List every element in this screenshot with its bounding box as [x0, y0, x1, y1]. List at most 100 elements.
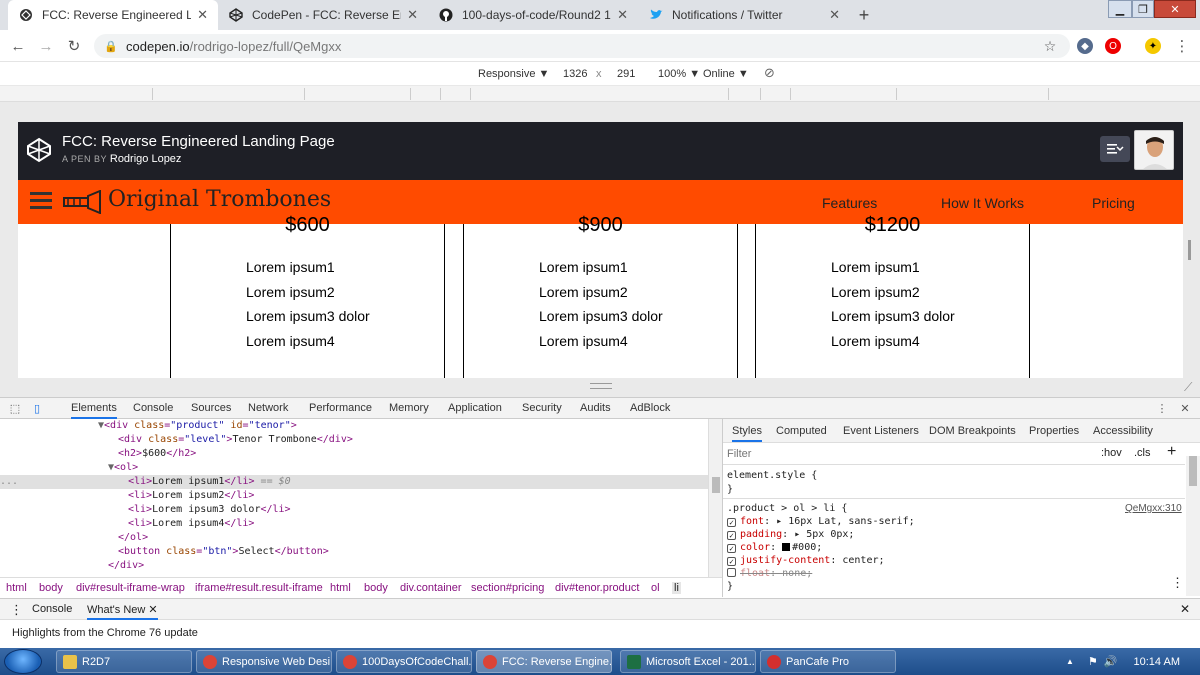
checkbox[interactable]: ✓: [727, 544, 736, 553]
checkbox[interactable]: [727, 568, 736, 577]
author-avatar[interactable]: [1134, 130, 1174, 170]
checkbox[interactable]: ✓: [727, 531, 736, 540]
pen-author[interactable]: Rodrigo Lopez: [110, 153, 182, 165]
tab-github[interactable]: 100-days-of-code/Round2 100D ✕: [428, 0, 638, 30]
browser-menu-icon[interactable]: ⋮: [1172, 36, 1192, 56]
tab-performance[interactable]: Performance: [309, 402, 372, 414]
nav-link-how-it-works[interactable]: How It Works: [941, 195, 1024, 211]
close-icon[interactable]: ✕: [407, 7, 418, 23]
tab-elements[interactable]: Elements: [71, 402, 117, 419]
tab-twitter[interactable]: Notifications / Twitter ✕: [638, 0, 850, 30]
breadcrumb-item[interactable]: html: [6, 582, 27, 594]
tab-dom-breakpoints[interactable]: DOM Breakpoints: [929, 425, 1016, 437]
code-line[interactable]: <li>Lorem ipsum4</li>: [0, 517, 708, 531]
close-icon[interactable]: ✕: [148, 604, 157, 616]
ninja-extension-icon[interactable]: ✦: [1145, 38, 1161, 54]
tab-properties[interactable]: Properties: [1029, 425, 1079, 437]
code-line[interactable]: <h2>$600</h2>: [0, 447, 708, 461]
taskbar-item-responsive-web[interactable]: Responsive Web Desi...: [196, 650, 332, 673]
code-line[interactable]: </ol>: [0, 531, 708, 545]
code-line[interactable]: <li>Lorem ipsum3 dolor</li>: [0, 503, 708, 517]
breadcrumb-item[interactable]: div#result-iframe-wrap: [76, 582, 185, 594]
devtools-close-icon[interactable]: ✕: [1178, 401, 1192, 415]
tab-computed[interactable]: Computed: [776, 425, 827, 437]
tab-security[interactable]: Security: [522, 402, 562, 414]
tab-fcc-landing[interactable]: FCC: Reverse Engineered Landing ✕: [8, 0, 218, 30]
nav-link-features[interactable]: Features: [822, 195, 877, 211]
tab-codepen[interactable]: CodePen - FCC: Reverse Engineer ✕: [218, 0, 428, 30]
close-icon[interactable]: ✕: [829, 7, 840, 23]
forward-arrow-icon[interactable]: →: [36, 36, 56, 56]
taskbar-item-pancafe[interactable]: PanCafe Pro: [760, 650, 896, 673]
breadcrumb-item[interactable]: ol: [651, 582, 660, 594]
bookmark-star-icon[interactable]: ☆: [1040, 36, 1060, 56]
device-mode-select[interactable]: Responsive ▼: [478, 68, 549, 80]
taskbar-item-100days[interactable]: 100DaysOfCodeChall...: [336, 650, 472, 673]
color-swatch[interactable]: [782, 543, 791, 551]
checkbox[interactable]: ✓: [727, 518, 736, 527]
drawer-tab-whats-new[interactable]: What's New ✕: [87, 603, 158, 620]
tab-network[interactable]: Network: [248, 402, 288, 414]
rule-menu-icon[interactable]: ⋮: [1171, 577, 1184, 590]
css-declaration[interactable]: ✓ font: ▸ 16px Lat, sans-serif;: [727, 515, 915, 528]
breadcrumb-item[interactable]: html: [330, 582, 351, 594]
tab-audits[interactable]: Audits: [580, 402, 611, 414]
checkbox[interactable]: ✓: [727, 557, 736, 566]
flag-icon[interactable]: ⚑: [1088, 655, 1098, 668]
close-icon[interactable]: ✕: [617, 7, 628, 23]
elements-scrollbar[interactable]: [708, 419, 722, 577]
back-arrow-icon[interactable]: ←: [8, 36, 28, 56]
viewport-height-input[interactable]: 291: [617, 68, 635, 80]
zoom-select[interactable]: 100% ▼: [658, 68, 700, 80]
rule-source-link[interactable]: QeMgxx:310: [1125, 502, 1182, 515]
code-line[interactable]: <li>Lorem ipsum2</li>: [0, 489, 708, 503]
taskbar-item-fcc[interactable]: FCC: Reverse Engine...: [476, 650, 612, 673]
inspect-element-icon[interactable]: ⬚: [8, 401, 22, 415]
site-brand[interactable]: Original Trombones: [108, 187, 331, 212]
network-throttle-select[interactable]: Online ▼: [703, 68, 749, 80]
code-line[interactable]: <div class="level">Tenor Trombone</div>: [0, 433, 708, 447]
tab-accessibility[interactable]: Accessibility: [1093, 425, 1153, 437]
code-line-selected[interactable]: ... <li>Lorem ipsum1</li> == $0: [0, 475, 708, 489]
viewport-resize-handle[interactable]: [1188, 240, 1191, 260]
css-declaration-disabled[interactable]: float: none;: [727, 567, 812, 580]
code-line[interactable]: </div>: [0, 559, 708, 573]
tab-event-listeners[interactable]: Event Listeners: [843, 425, 919, 437]
shield-extension-icon[interactable]: ◆: [1077, 38, 1093, 54]
breadcrumb-item[interactable]: div.container: [400, 582, 462, 594]
show-hidden-icons-icon[interactable]: ▲: [1066, 657, 1074, 666]
breadcrumb-item[interactable]: div#tenor.product: [555, 582, 639, 594]
code-line[interactable]: ▼<ol>: [0, 461, 708, 475]
rule-selector[interactable]: .product > ol > li {: [727, 502, 847, 515]
breadcrumb-item[interactable]: body: [364, 582, 388, 594]
devtools-menu-icon[interactable]: ⋮: [1155, 401, 1169, 415]
breadcrumb-item[interactable]: body: [39, 582, 63, 594]
codepen-logo-icon[interactable]: [26, 137, 52, 163]
css-declaration[interactable]: ✓ justify-content: center;: [727, 554, 885, 567]
element-style-rule[interactable]: element.style {: [727, 469, 817, 482]
close-icon[interactable]: ✕: [197, 7, 208, 23]
maximize-button[interactable]: ❐: [1132, 0, 1154, 18]
tab-console[interactable]: Console: [133, 402, 173, 414]
viewport-width-input[interactable]: 1326: [563, 68, 587, 80]
taskbar-item-excel[interactable]: Microsoft Excel - 201...: [620, 650, 756, 673]
url-input[interactable]: 🔒 codepen.io/rodrigo-lopez/full/QeMgxx: [94, 34, 1070, 58]
styles-filter-input[interactable]: [727, 446, 1077, 462]
code-line[interactable]: <button class="btn">Select</button>: [0, 545, 708, 559]
nav-link-pricing[interactable]: Pricing: [1092, 195, 1135, 211]
device-toggle-icon[interactable]: ▯: [30, 401, 44, 415]
resize-corner-icon[interactable]: ⟋: [1184, 380, 1192, 395]
minimize-button[interactable]: ▁: [1108, 0, 1132, 18]
css-declaration[interactable]: ✓ color: #000;: [727, 541, 822, 554]
window-close-button[interactable]: ✕: [1154, 0, 1196, 18]
taskbar-item-r2d7[interactable]: R2D7: [56, 650, 192, 673]
codepen-view-menu-button[interactable]: [1100, 136, 1130, 162]
cls-toggle[interactable]: .cls: [1134, 447, 1151, 459]
hamburger-menu-icon[interactable]: [30, 192, 52, 210]
tab-application[interactable]: Application: [448, 402, 502, 414]
hov-toggle[interactable]: :hov: [1101, 447, 1122, 459]
code-line[interactable]: ▼<div class="product" id="tenor">: [0, 419, 708, 433]
styles-scrollbar[interactable]: [1186, 456, 1200, 596]
clock[interactable]: 10:14 AM: [1134, 656, 1180, 668]
reload-icon[interactable]: ↻: [64, 36, 84, 56]
